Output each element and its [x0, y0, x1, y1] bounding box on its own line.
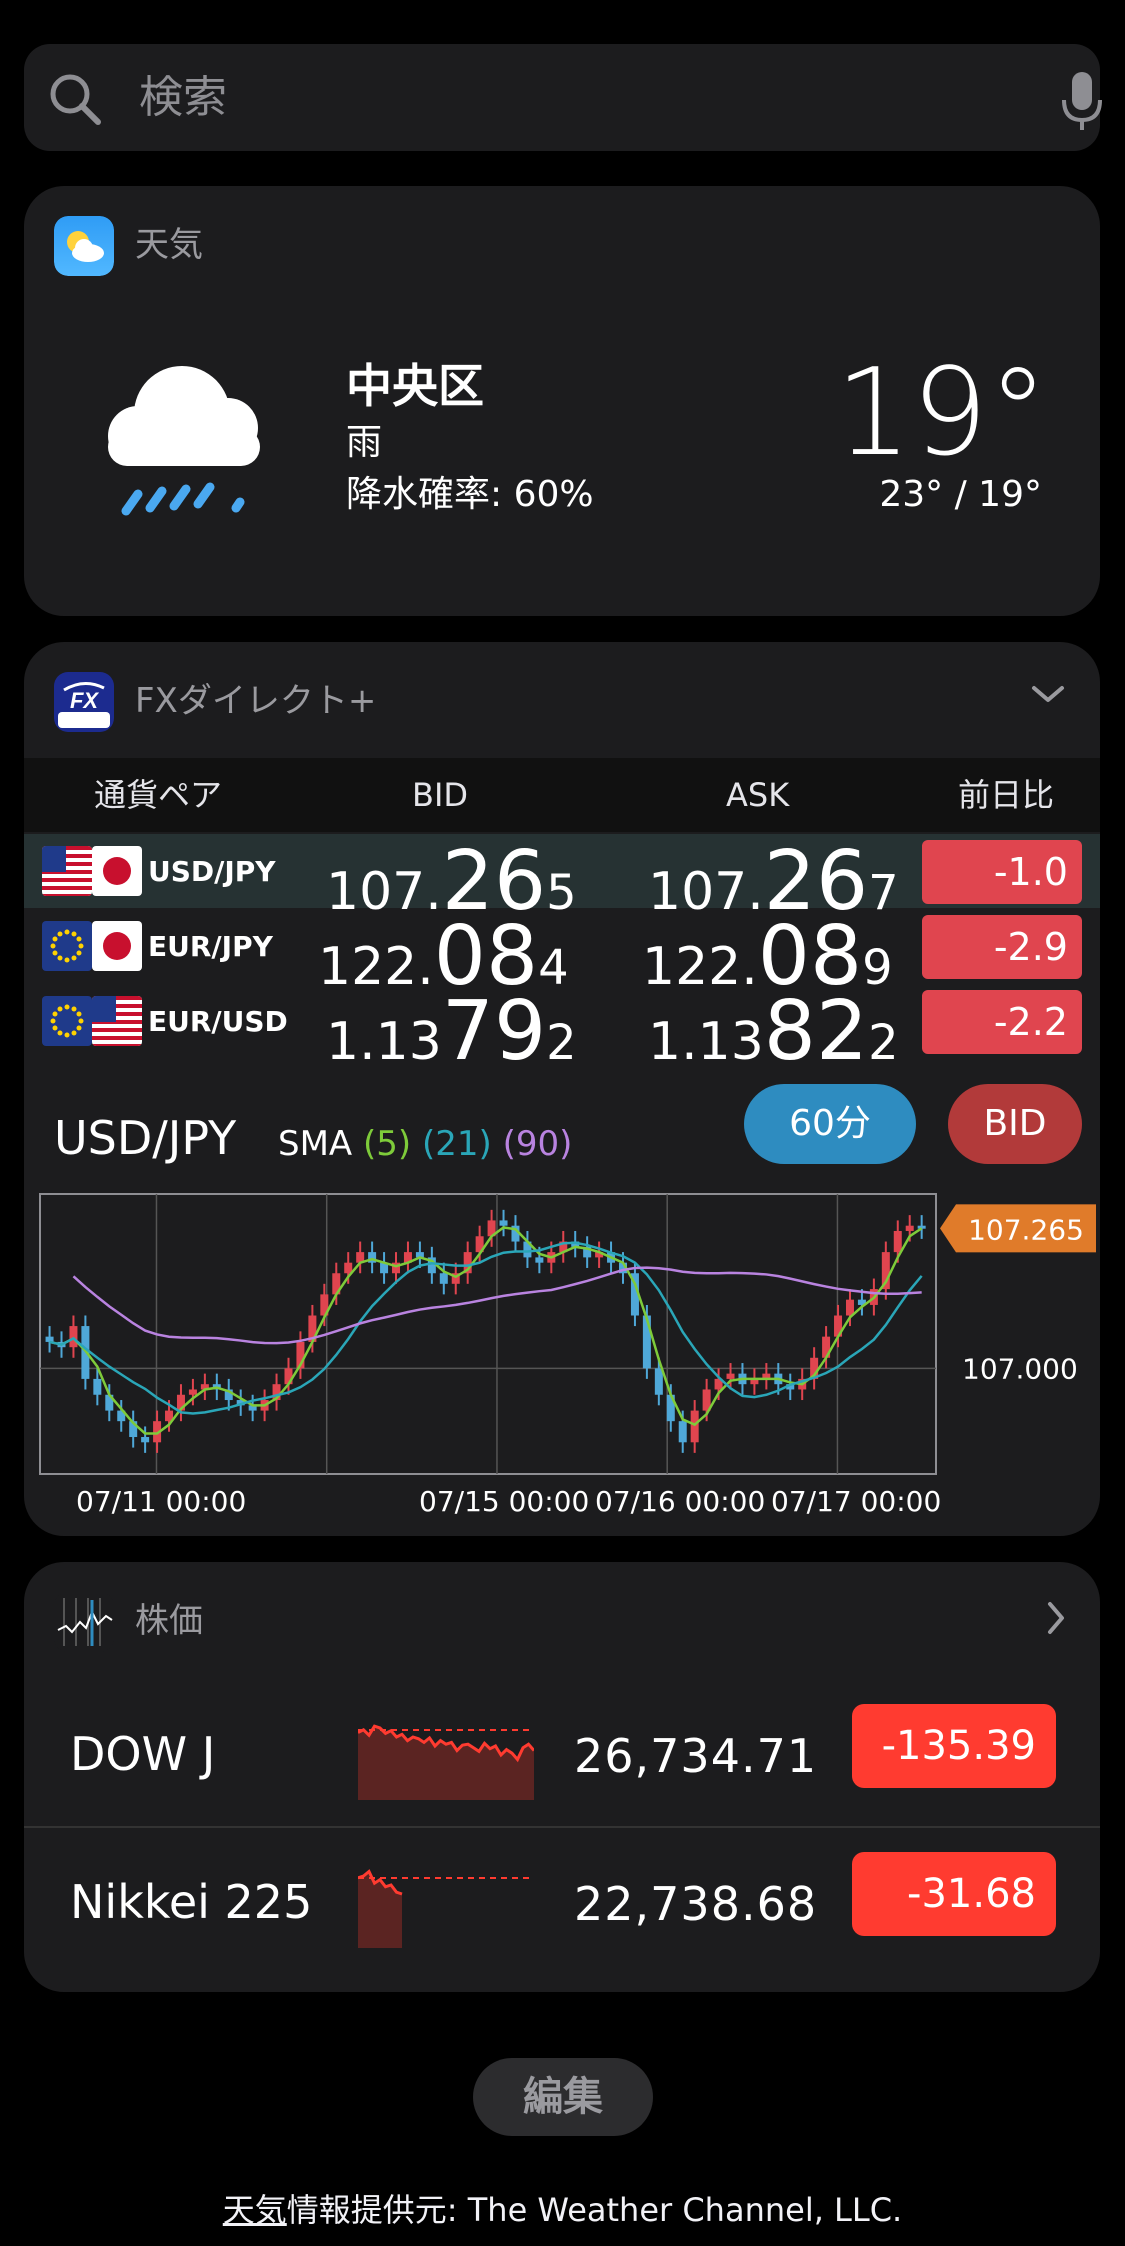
candle-body — [439, 1273, 448, 1284]
column-pair: 通貨ペア — [94, 776, 223, 814]
interval-button[interactable]: 60分 — [744, 1084, 916, 1164]
change-badge: -2.9 — [922, 915, 1082, 979]
pair-label: EUR/USD — [148, 1005, 288, 1038]
fx-table-header: 通貨ペア BID ASK 前日比 — [24, 758, 1100, 832]
candle-body — [678, 1421, 687, 1443]
ask-price: 1.13822 — [648, 984, 899, 1079]
candle-body — [93, 1378, 102, 1395]
jp-flag-icon — [92, 846, 142, 896]
stock-price: 26,734.71 — [574, 1729, 818, 1783]
stock-sparkline — [358, 1869, 534, 1948]
pair-label: USD/JPY — [148, 855, 276, 888]
eu-flag-icon — [42, 996, 92, 1046]
precipitation-chance: 降水確率: 60% — [346, 474, 594, 515]
stock-price: 22,738.68 — [574, 1877, 818, 1931]
sma-legend: SMA (5) (21) (90) — [278, 1122, 572, 1166]
x-tick: 07/15 00:00 — [419, 1485, 590, 1518]
stock-change-badge[interactable]: -31.68 — [852, 1852, 1056, 1936]
jp-flag-icon — [92, 921, 142, 971]
widget-title: 株価 — [135, 1601, 203, 1641]
svg-text:FX: FX — [70, 688, 99, 713]
candle-body — [535, 1257, 544, 1263]
chevron-down-icon[interactable] — [1030, 682, 1066, 706]
chevron-right-icon[interactable] — [1044, 1598, 1068, 1638]
stock-row-nikkei[interactable]: Nikkei 225 22,738.68 -31.68 — [24, 1828, 1100, 1974]
chart-symbol: USD/JPY — [54, 1111, 237, 1165]
weather-app-icon — [54, 216, 114, 276]
weather-attribution: 天気情報提供元: The Weather Channel, LLC. — [0, 2190, 1125, 2230]
sma-5: (5) — [363, 1124, 412, 1164]
fx-row-usdjpy[interactable]: USD/JPY 107.265 107.267 -1.0 — [24, 834, 1100, 929]
stock-name: DOW J — [70, 1727, 216, 1781]
sparkline-area — [358, 1726, 534, 1800]
x-tick: 07/11 00:00 — [76, 1485, 247, 1518]
search-placeholder: 検索 — [139, 72, 227, 123]
weather-city: 中央区 — [346, 359, 484, 413]
us-flag-icon — [42, 846, 92, 896]
fx-row-eurjpy[interactable]: EUR/JPY 122.084 122.089 -2.9 — [24, 909, 1100, 1004]
bid-price: 107.265 — [326, 834, 577, 929]
bid-price: 122.084 — [318, 909, 569, 1004]
sma-21: (21) — [421, 1124, 492, 1164]
stock-row-dow[interactable]: DOW J 26,734.71 -135.39 — [24, 1680, 1100, 1826]
current-temperature: 19° — [835, 344, 1048, 483]
magnifying-glass-icon — [50, 74, 101, 125]
bid-price: 1.13792 — [326, 984, 577, 1079]
candle-body — [188, 1389, 197, 1395]
stock-sparkline — [358, 1724, 534, 1800]
weather-condition: 雨 — [346, 422, 383, 463]
sma-label: SMA — [278, 1124, 353, 1164]
ask-price: 107.267 — [648, 834, 899, 929]
change-badge: -1.0 — [922, 840, 1082, 904]
candle-body — [726, 1373, 735, 1379]
candle-body — [69, 1326, 78, 1348]
fx-direct-app-icon: FX — [54, 672, 114, 732]
column-ask: ASK — [726, 776, 790, 814]
x-tick: 07/17 00:00 — [771, 1485, 942, 1518]
candle-body — [893, 1230, 902, 1253]
column-bid: BID — [412, 776, 469, 814]
price-tag-arrow — [940, 1204, 956, 1253]
sma-90: (90) — [502, 1124, 573, 1164]
ask-price: 122.089 — [642, 909, 893, 1004]
pair-label: EUR/JPY — [148, 930, 273, 963]
stocks-app-icon — [54, 1592, 114, 1652]
change-badge: -2.2 — [922, 990, 1082, 1054]
fx-widget[interactable]: FX FXダイレクト+ 通貨ペア BID ASK 前日比 USD/JPY 107… — [24, 642, 1100, 1536]
price-type-button[interactable]: BID — [948, 1084, 1082, 1164]
x-tick: 07/16 00:00 — [595, 1485, 766, 1518]
rain-cloud-icon — [108, 366, 260, 516]
attribution-text: 情報提供元: The Weather Channel, LLC. — [286, 2191, 903, 2229]
eu-flag-icon — [42, 921, 92, 971]
search-field[interactable]: 検索 — [24, 44, 1102, 151]
candle-body — [45, 1336, 54, 1342]
candle-body — [654, 1368, 663, 1395]
widget-title: 天気 — [135, 225, 203, 265]
widget-title: FXダイレクト+ — [135, 681, 377, 721]
candlestick-chart[interactable]: 107.265 107.000 — [24, 1182, 1100, 1482]
stock-name: Nikkei 225 — [70, 1875, 313, 1929]
column-change: 前日比 — [958, 776, 1055, 814]
stock-change-badge[interactable]: -135.39 — [852, 1704, 1056, 1788]
y-level-label: 107.000 — [962, 1352, 1078, 1385]
weather-widget[interactable]: 天気 中央区 雨 降水確率: 60% 19° 23° / 19° — [24, 186, 1100, 616]
candle-body — [905, 1225, 914, 1231]
high-low-temperature: 23° / 19° — [879, 474, 1042, 515]
stocks-widget[interactable]: 株価 DOW J 26,734.71 -135.39 Nikkei 225 22… — [24, 1562, 1100, 1992]
current-price-label: 107.265 — [968, 1213, 1084, 1246]
candle-body — [141, 1437, 150, 1443]
fx-row-eurusd[interactable]: EUR/USD 1.13792 1.13822 -2.2 — [24, 984, 1100, 1079]
microphone-icon[interactable] — [1052, 70, 1112, 134]
candle-body — [690, 1410, 699, 1443]
sparkline-area — [358, 1871, 402, 1948]
edit-button[interactable]: 編集 — [473, 2058, 653, 2136]
candle-body — [917, 1225, 926, 1229]
candle-body — [499, 1220, 508, 1226]
us-flag-icon — [92, 996, 142, 1046]
weather-link[interactable]: 天気 — [223, 2191, 287, 2229]
